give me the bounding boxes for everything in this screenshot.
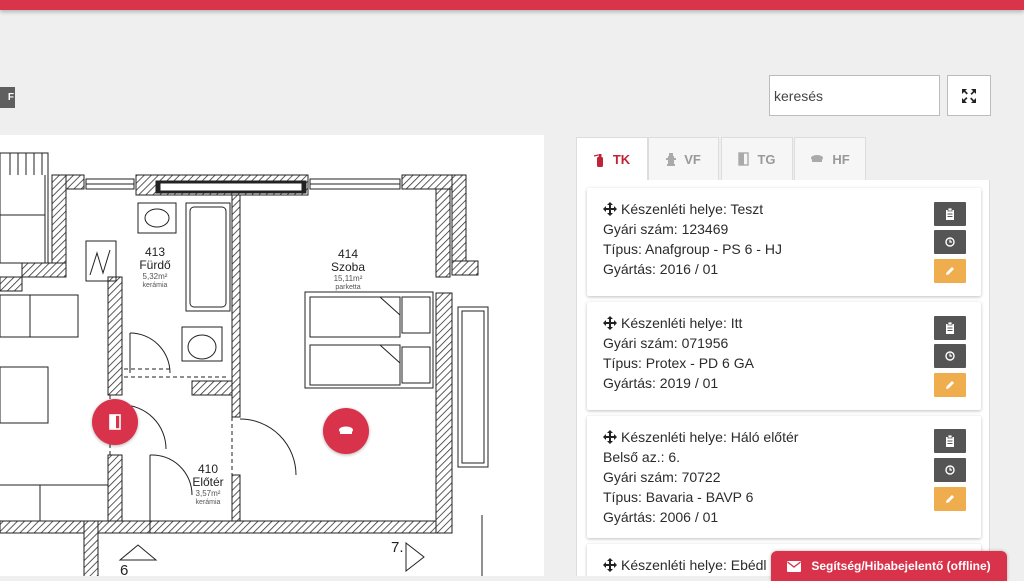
tab-label: TG (757, 151, 776, 167)
room-name: Szoba (330, 260, 366, 274)
room-area: 15,11m² (333, 274, 363, 283)
pencil-icon (946, 495, 954, 503)
report-button[interactable] (934, 316, 966, 340)
report-button[interactable] (934, 202, 966, 226)
hydrant-icon (666, 153, 677, 166)
top-accent-bar (0, 0, 1024, 10)
room-label-413: 413 Fürdő 5,32m² kerámia (130, 246, 180, 290)
move-icon[interactable] (603, 430, 617, 444)
room-label-410: 410 Előtér 3,57m² kerámia (184, 463, 232, 507)
room-name: Fürdő (139, 258, 171, 272)
manufacture-line: Gyártás: 2016 / 01 (603, 261, 719, 277)
door-icon (109, 414, 121, 430)
type-line: Típus: Bavaria - BAVP 6 (603, 489, 754, 505)
serial-line: Gyári szám: 071956 (603, 335, 729, 351)
smoke-detector-icon (811, 155, 824, 162)
fullscreen-button[interactable] (947, 75, 991, 116)
history-button[interactable] (934, 458, 966, 482)
edit-button[interactable] (934, 259, 966, 283)
room-label-414: 414 Szoba 15,11m² parketta (322, 248, 374, 292)
pencil-icon (946, 381, 954, 389)
room-floor: kerámia (195, 499, 221, 506)
floor-badge[interactable]: F (0, 87, 15, 108)
type-line: Típus: Protex - PD 6 GA (603, 355, 754, 371)
move-icon[interactable] (603, 202, 617, 216)
clock-icon (945, 465, 955, 475)
clipboard-icon (946, 322, 954, 334)
equipment-card[interactable]: Készenléti helye: Teszt Gyári szám: 1234… (587, 188, 981, 296)
help-button-label: Segítség/Hibabejelentő (offline) (811, 559, 991, 573)
manufacture-line: Gyártás: 2019 / 01 (603, 375, 719, 391)
equipment-card[interactable]: Készenléti helye: Háló előtér Belső az.:… (587, 416, 981, 538)
edit-button[interactable] (934, 487, 966, 511)
floor-plan[interactable]: 413 Fürdő 5,32m² kerámia 414 Szoba 15,11… (0, 135, 544, 576)
location-line: Készenléti helye: Teszt (603, 199, 782, 219)
bottom-number-label: 6 (120, 562, 129, 576)
location-line: Készenléti helye: Ebédl (603, 555, 767, 575)
internal-id-line: Belső az.: 6. (603, 449, 681, 465)
room-area: 3,57m² (195, 489, 221, 498)
edit-button[interactable] (934, 373, 966, 397)
room-floor: kerámia (142, 282, 168, 289)
tab-vf[interactable]: VF (648, 137, 719, 180)
type-line: Típus: Anafgroup - PS 6 - HJ (603, 241, 782, 257)
expand-icon (962, 88, 976, 103)
report-button[interactable] (934, 429, 966, 453)
history-button[interactable] (934, 344, 966, 368)
equipment-card[interactable]: Készenléti helye: Itt Gyári szám: 071956… (587, 302, 981, 410)
serial-line: Gyári szám: 123469 (603, 221, 729, 237)
tab-tg[interactable]: TG (721, 137, 793, 180)
door-marker[interactable] (92, 399, 138, 445)
pencil-icon (946, 267, 954, 275)
move-icon[interactable] (603, 316, 617, 330)
clock-icon (945, 351, 955, 361)
floor-plan-drawing (0, 152, 489, 576)
history-button[interactable] (934, 230, 966, 254)
tab-label: HF (832, 151, 850, 167)
clock-icon (945, 237, 955, 247)
tab-label: VF (684, 151, 701, 167)
move-icon[interactable] (603, 558, 617, 572)
serial-line: Gyári szám: 70722 (603, 469, 721, 485)
tab-hf[interactable]: HF (794, 137, 866, 180)
equipment-list[interactable]: Készenléti helye: Teszt Gyári szám: 1234… (576, 180, 990, 576)
location-line: Készenléti helye: Háló előtér (603, 427, 798, 447)
room-floor: parketta (335, 284, 361, 291)
location-line: Készenléti helye: Itt (603, 313, 754, 333)
fire-extinguisher-icon (593, 153, 603, 167)
manufacture-line: Gyártás: 2006 / 01 (603, 509, 719, 525)
envelope-icon (787, 560, 802, 572)
clipboard-icon (946, 435, 954, 447)
room-area: 5,32m² (142, 272, 168, 281)
search-input[interactable] (769, 75, 940, 116)
tab-label: TK (612, 152, 631, 167)
smoke-detector-marker[interactable] (323, 408, 369, 454)
help-report-button[interactable]: Segítség/Hibabejelentő (offline) (771, 551, 1007, 581)
clipboard-icon (946, 208, 954, 220)
door-icon (738, 152, 750, 166)
smoke-detector-icon (339, 426, 353, 434)
tab-tk[interactable]: TK (576, 137, 648, 181)
room-name: Előtér (192, 475, 224, 489)
stair-label: 7. (391, 539, 404, 556)
